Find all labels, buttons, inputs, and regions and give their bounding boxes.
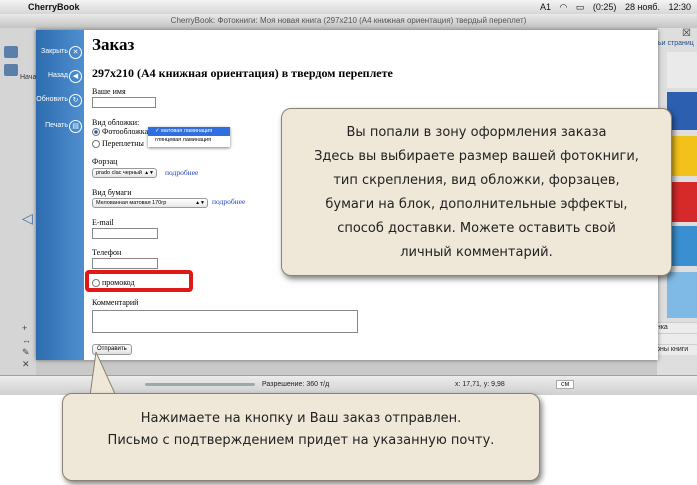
callout-tail xyxy=(89,352,117,396)
lamination-dropdown[interactable]: ✓ матовая ламинация глянцевая ламинация xyxy=(148,127,230,147)
name-field[interactable] xyxy=(92,97,156,108)
cover-option-photo-label: Фотообложка xyxy=(102,127,149,136)
dropdown-option[interactable]: глянцевая ламинация xyxy=(148,136,230,145)
paper-select[interactable]: Мелованная матовая 170гр ▲▼ xyxy=(92,198,208,208)
refresh-button[interactable]: Обновить ↻ xyxy=(36,94,84,108)
callout-line: тип скрепления, вид обложки, форзацев, xyxy=(333,173,620,188)
callout-line: Письмо с подтверждением придет на указан… xyxy=(107,433,495,448)
dropdown-option-label: матовая ламинация xyxy=(161,128,213,134)
close-icon: ✕ xyxy=(69,46,82,59)
cover-option-binding-label: Переплетны xyxy=(102,139,144,148)
panel-close-icon[interactable]: ☒ xyxy=(682,28,691,39)
thumbnail[interactable] xyxy=(667,52,697,88)
start-label: Нача xyxy=(20,74,37,81)
paper-more-link[interactable]: подробнее xyxy=(212,197,245,206)
endpaper-label: Форзац xyxy=(92,157,118,166)
paper-value: Мелованная матовая 170гр xyxy=(96,200,167,206)
radio-icon xyxy=(92,128,100,137)
cover-option-photo[interactable]: Фотообложка xyxy=(92,127,149,137)
unit-select[interactable]: см xyxy=(556,380,575,389)
callout-line: Нажимаете на кнопку и Ваш заказ отправле… xyxy=(140,411,462,426)
edit-icon[interactable]: ✎ xyxy=(22,346,31,358)
battery-time: (0:25) xyxy=(592,2,617,12)
dropdown-option[interactable]: ✓ матовая ламинация xyxy=(148,127,230,136)
back-icon: ◀ xyxy=(69,70,82,83)
resolution-readout: Разрешение: 360 т/д xyxy=(262,381,330,388)
prev-page-icon[interactable]: ◁ xyxy=(22,210,33,227)
back-label: Назад xyxy=(47,72,68,79)
app-name[interactable]: CherryBook xyxy=(28,2,80,12)
name-label: Ваше имя xyxy=(92,87,126,96)
back-button[interactable]: Назад ◀ xyxy=(40,70,84,84)
input-source[interactable]: А1 xyxy=(540,2,551,12)
comment-field[interactable] xyxy=(92,310,358,333)
print-button[interactable]: Печать ▤ xyxy=(40,120,84,134)
left-small-tools: + ↔ ✎ ✕ xyxy=(22,322,31,370)
menubar-status: А1 ◠ ▭ (0:25) 28 нояб. 12:30 xyxy=(534,2,691,13)
wifi-icon[interactable]: ◠ xyxy=(560,2,568,12)
delete-icon[interactable]: ✕ xyxy=(22,358,31,370)
comment-label: Комментарий xyxy=(92,298,139,307)
system-menubar: CherryBook А1 ◠ ▭ (0:25) 28 нояб. 12:30 xyxy=(0,0,697,15)
paper-label: Вид бумаги xyxy=(92,188,132,197)
print-icon: ▤ xyxy=(69,120,82,133)
radio-icon xyxy=(92,140,100,149)
callout-line: личный комментарий. xyxy=(400,245,553,260)
promo-highlight xyxy=(85,270,193,292)
coords-readout: x: 17,71, y: 9,98 xyxy=(455,381,505,388)
close-button[interactable]: Закрыть ✕ xyxy=(40,46,84,60)
dialog-sidebar: Закрыть ✕ Назад ◀ Обновить ↻ Печать ▤ xyxy=(36,30,84,360)
phone-label: Телефон xyxy=(92,248,122,257)
add-icon[interactable]: + xyxy=(22,322,31,334)
endpaper-value: prado clac черный xyxy=(96,170,142,176)
home-icon[interactable] xyxy=(4,46,18,58)
thumbnail[interactable] xyxy=(667,272,697,318)
page-subtitle: 297x210 (A4 книжная ориентация) в твердо… xyxy=(92,66,393,80)
move-icon[interactable]: ↔ xyxy=(22,334,31,346)
chevron-down-icon: ▲▼ xyxy=(195,200,205,206)
submit-callout: Нажимаете на кнопку и Ваш заказ отправле… xyxy=(62,393,540,481)
refresh-label: Обновить xyxy=(36,96,68,103)
right-panel-label: ьи страниц xyxy=(658,40,694,47)
date: 28 нояб. xyxy=(624,2,660,12)
cover-option-binding[interactable]: Переплетны xyxy=(92,139,144,149)
refresh-icon: ↻ xyxy=(69,94,82,107)
cover-label: Вид обложки: xyxy=(92,118,140,127)
callout-line: бумаги на блок, дополнительные эффекты, xyxy=(325,197,628,212)
email-label: E-mail xyxy=(92,218,114,227)
chevron-down-icon: ▲▼ xyxy=(144,170,154,176)
window-title: CherryBook: Фотокниги: Моя новая книга (… xyxy=(0,14,697,28)
callout-line: Здесь вы выбираете размер вашей фотокниг… xyxy=(314,149,639,164)
page-title: Заказ xyxy=(92,35,135,54)
print-label: Печать xyxy=(45,122,68,129)
time[interactable]: 12:30 xyxy=(668,2,691,12)
zone-callout: Вы попали в зону оформления заказа Здесь… xyxy=(281,108,672,276)
close-label: Закрыть xyxy=(41,48,68,55)
callout-line: способ доставки. Можете оставить свой xyxy=(337,221,616,236)
dropdown-option-label: глянцевая ламинация xyxy=(155,137,212,143)
callout-line: Вы попали в зону оформления заказа xyxy=(346,125,607,140)
battery-icon[interactable]: ▭ xyxy=(576,2,585,12)
phone-field[interactable] xyxy=(92,258,158,269)
endpaper-more-link[interactable]: подробнее xyxy=(165,168,198,177)
pages-icon[interactable] xyxy=(4,64,18,76)
email-field[interactable] xyxy=(92,228,158,239)
zoom-slider[interactable] xyxy=(145,383,255,386)
endpaper-select[interactable]: prado clac черный ▲▼ xyxy=(92,168,157,178)
